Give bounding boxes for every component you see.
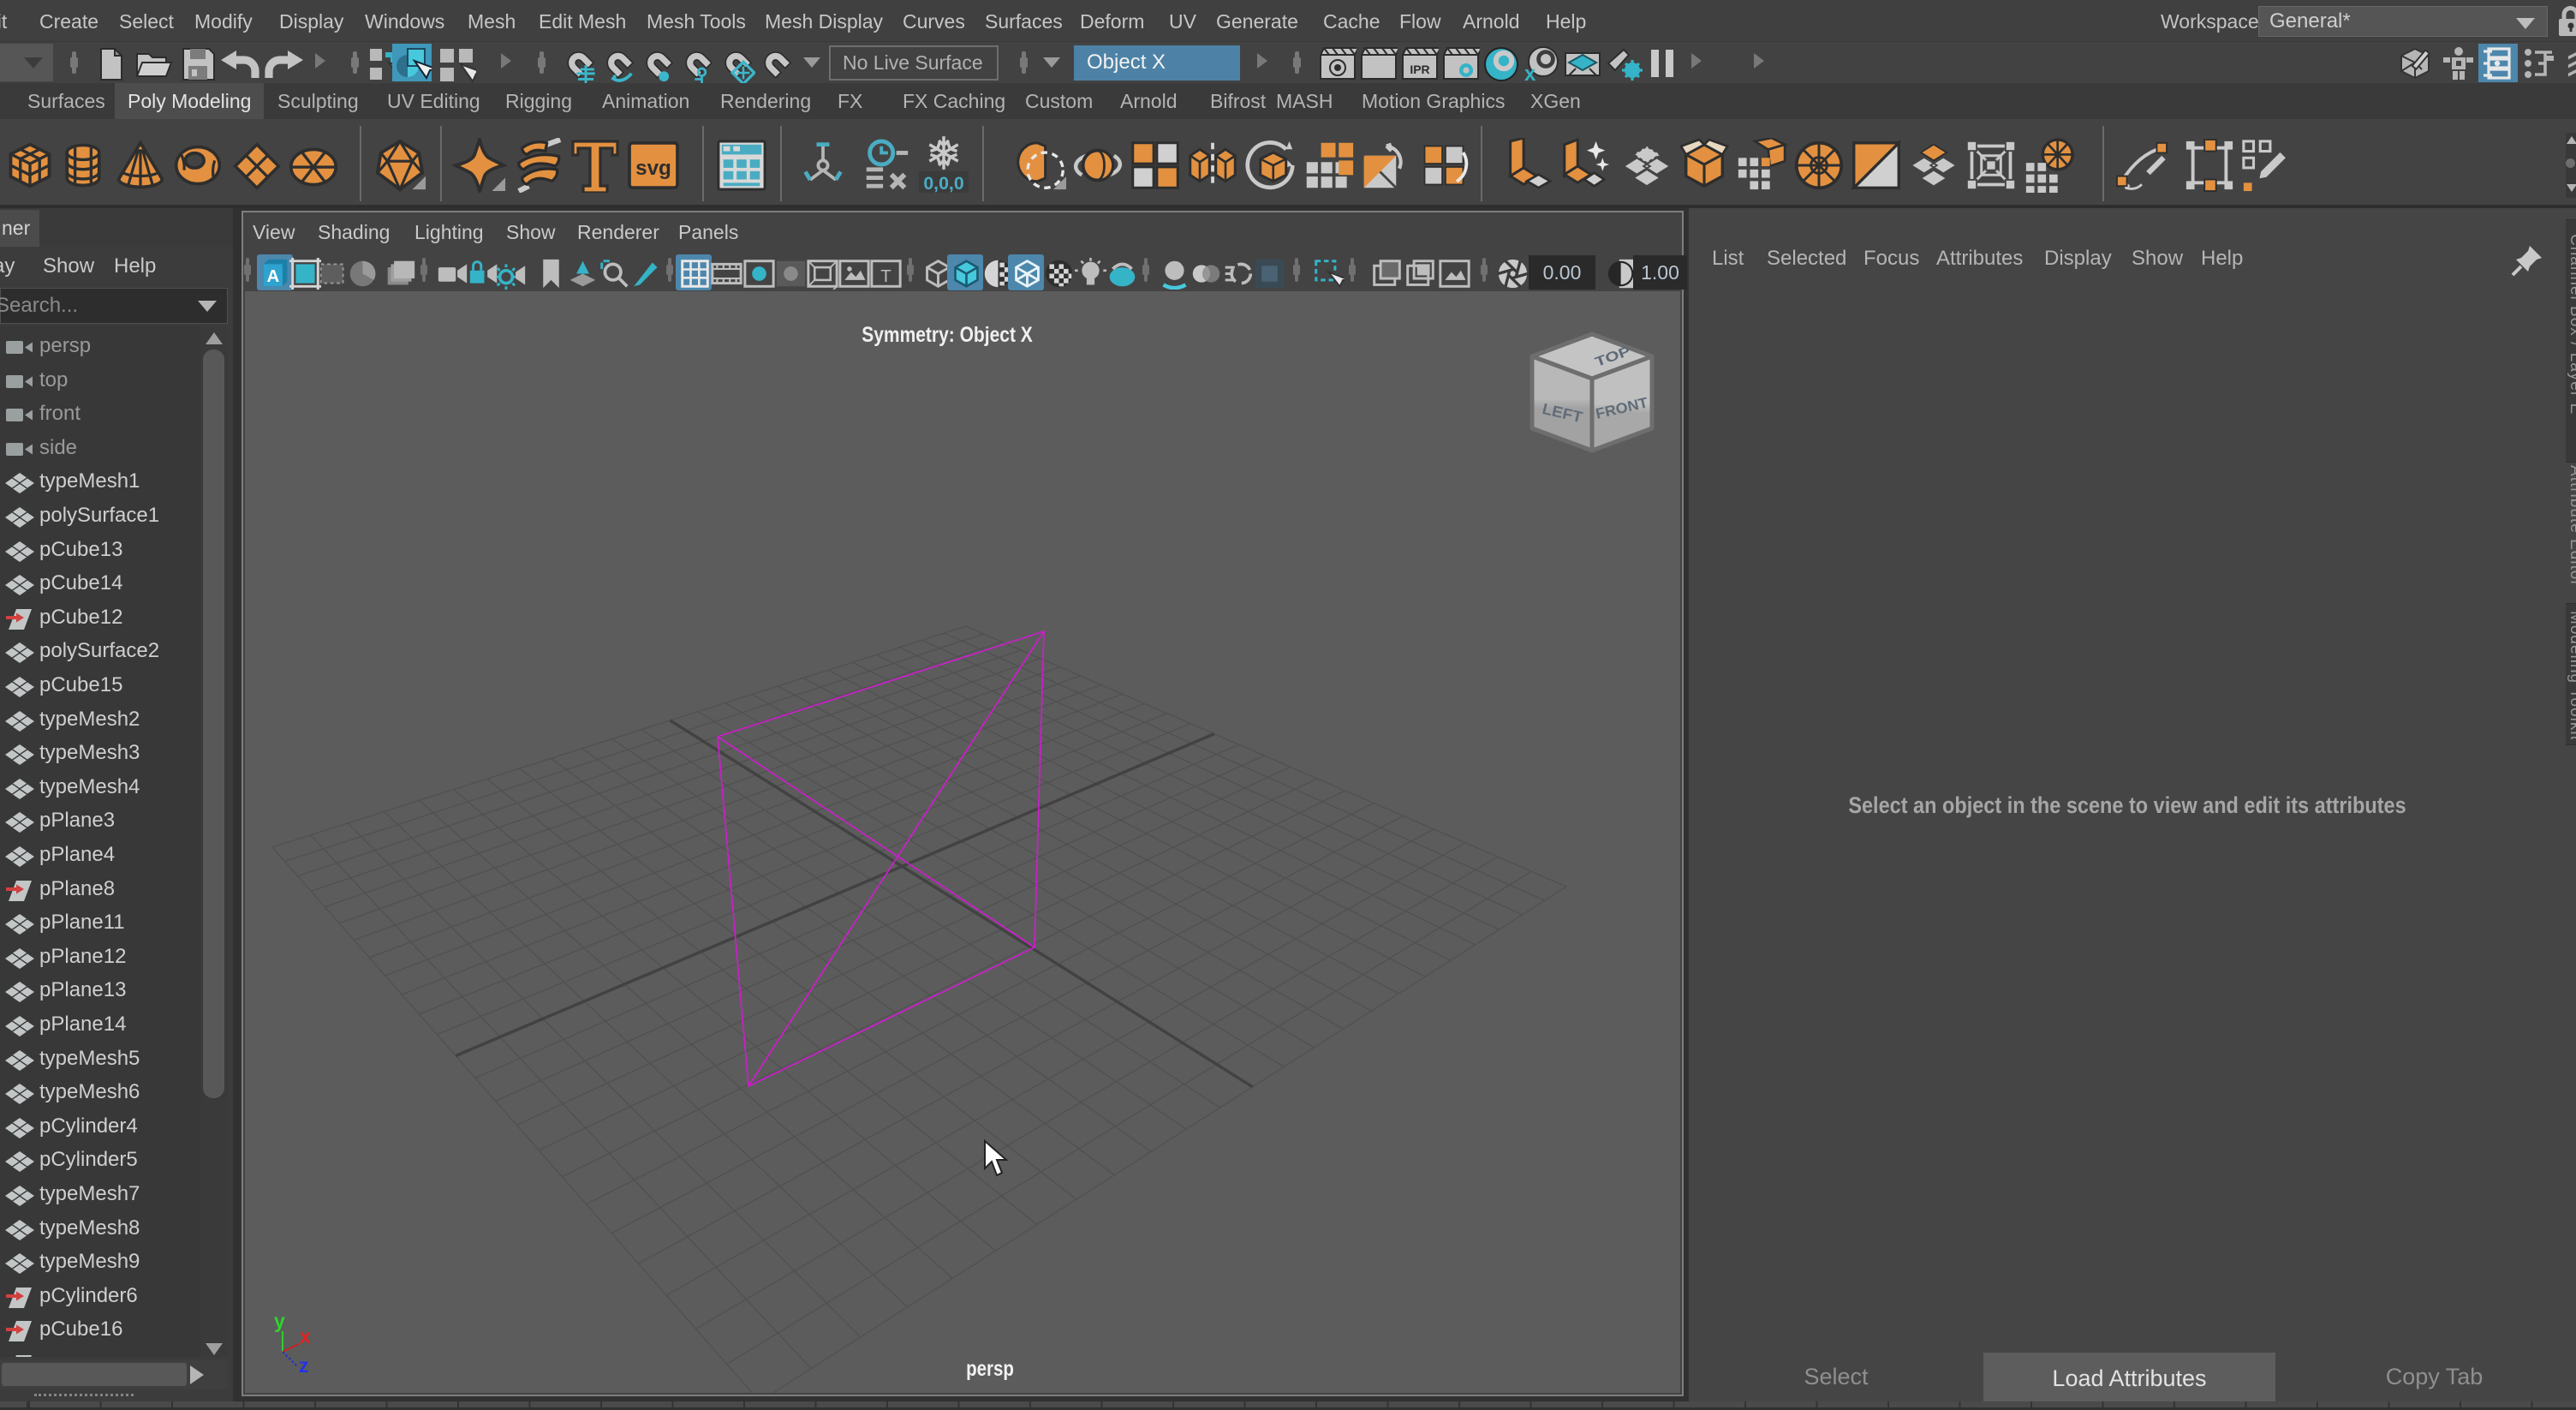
svg-text:0,0,0: 0,0,0 (923, 173, 963, 194)
svg-text:IPR: IPR (1410, 63, 1429, 76)
svg-text:T: T (880, 267, 891, 286)
svg-text:svg: svg (635, 157, 671, 180)
svg-text:x: x (1524, 63, 1536, 82)
svg-text:A: A (266, 267, 279, 286)
svg-text:y: y (274, 1316, 285, 1332)
svg-text:z: z (299, 1354, 309, 1376)
svg-text:x: x (300, 1325, 311, 1347)
